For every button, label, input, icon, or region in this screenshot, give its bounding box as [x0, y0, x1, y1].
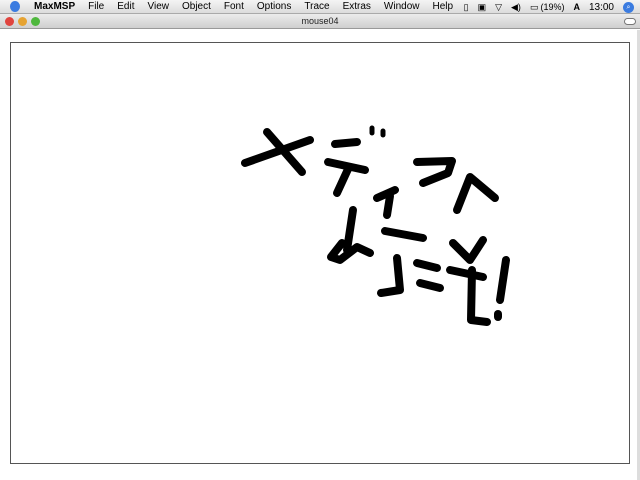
- stroke: [416, 279, 444, 292]
- stroke: [331, 138, 361, 148]
- stroke: [413, 157, 456, 187]
- stroke: [383, 192, 394, 219]
- stroke: [446, 266, 487, 281]
- stroke: [413, 259, 441, 272]
- stroke: [343, 206, 357, 254]
- stroke: [333, 163, 353, 197]
- stroke: [377, 254, 404, 297]
- stroke: [449, 236, 487, 264]
- stroke: [453, 173, 499, 214]
- stroke: [381, 227, 427, 242]
- stroke: [496, 256, 510, 304]
- handwritten-strokes: [241, 125, 510, 326]
